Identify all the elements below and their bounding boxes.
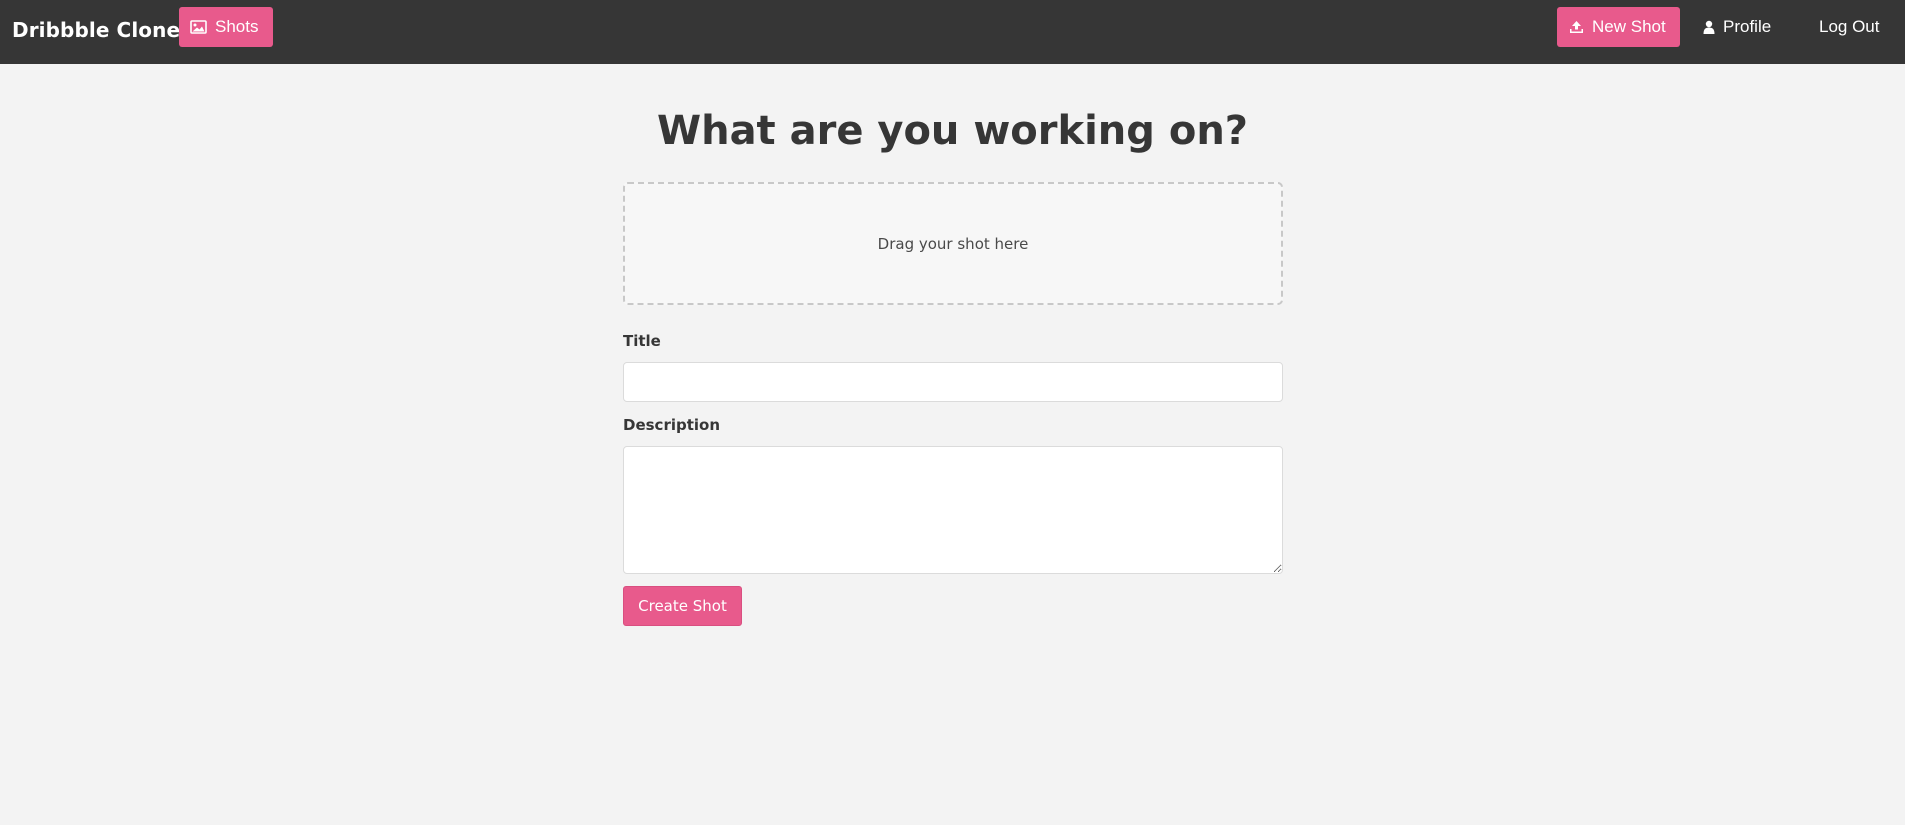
new-shot-button-label: New Shot <box>1592 17 1666 36</box>
dropzone-text: Drag your shot here <box>877 234 1029 253</box>
page-title: What are you working on? <box>656 108 1249 154</box>
shots-button[interactable]: Shots <box>179 7 273 47</box>
description-textarea[interactable] <box>623 446 1283 574</box>
description-label: Description <box>623 416 721 434</box>
top-navbar: Dribbble Clone Shots New Shot Profile Lo… <box>0 0 1905 64</box>
brand-logo[interactable]: Dribbble Clone <box>12 18 180 42</box>
title-label: Title <box>623 332 661 350</box>
shot-dropzone[interactable]: Drag your shot here <box>623 182 1283 305</box>
create-shot-button[interactable]: Create Shot <box>623 586 742 626</box>
profile-link-label: Profile <box>1723 17 1772 36</box>
image-icon <box>190 20 207 34</box>
shots-button-label: Shots <box>215 17 259 36</box>
logout-link-label: Log Out <box>1819 17 1880 36</box>
title-input[interactable] <box>623 362 1283 402</box>
new-shot-button[interactable]: New Shot <box>1557 7 1680 47</box>
profile-link[interactable]: Profile <box>1703 7 1771 47</box>
user-icon <box>1703 20 1715 34</box>
upload-icon <box>1569 20 1584 34</box>
logout-link[interactable]: Log Out <box>1819 7 1880 47</box>
